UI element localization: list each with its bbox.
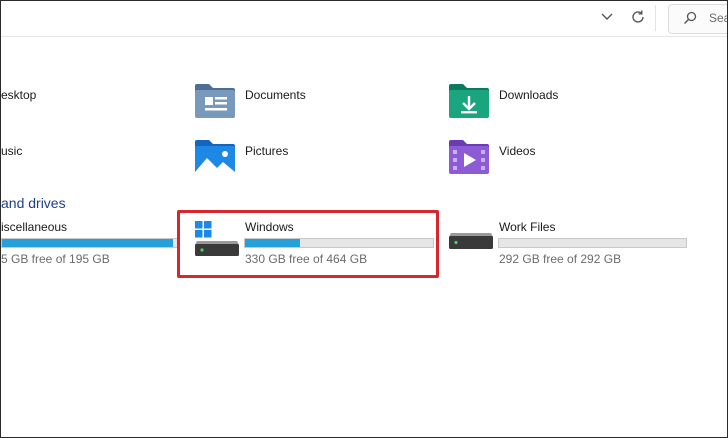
address-bar-strip: Sea — [1, 1, 727, 37]
chevron-down-icon[interactable] — [599, 8, 615, 24]
documents-folder-icon — [195, 84, 235, 118]
search-box[interactable]: Sea — [668, 4, 727, 34]
folder-tile-pictures[interactable]: Pictures — [193, 136, 393, 176]
file-explorer-window: Sea esktop Documents Downloads usic — [0, 0, 728, 438]
search-icon — [684, 11, 697, 24]
highlight-box — [177, 210, 439, 278]
folder-label: esktop — [1, 88, 37, 102]
folder-label: Documents — [245, 88, 306, 102]
folder-label: Downloads — [499, 88, 559, 102]
drive-usage-bar — [498, 238, 687, 248]
downloads-folder-icon — [449, 84, 489, 118]
folder-tile-downloads[interactable]: Downloads — [447, 80, 647, 120]
folder-label: Pictures — [245, 144, 289, 158]
drive-usage-fill — [2, 239, 173, 247]
refresh-icon[interactable] — [629, 8, 647, 26]
folder-tile-music[interactable]: usic — [1, 136, 129, 176]
drive-free-space: 5 GB free of 195 GB — [1, 252, 110, 266]
drive-name: Work Files — [499, 220, 556, 234]
section-header-drives: and drives — [1, 195, 66, 211]
search-input[interactable]: Sea — [709, 11, 727, 25]
pictures-folder-icon — [195, 140, 235, 174]
folder-label: usic — [1, 144, 23, 158]
address-bar-controls — [589, 5, 656, 31]
folder-tile-documents[interactable]: Documents — [193, 80, 393, 120]
folder-tile-desktop[interactable]: esktop — [1, 80, 129, 120]
folder-label: Videos — [499, 144, 536, 158]
drive-usage-bar — [1, 238, 179, 248]
videos-folder-icon — [449, 140, 489, 174]
drive-free-space: 292 GB free of 292 GB — [499, 252, 622, 266]
folder-tile-videos[interactable]: Videos — [447, 136, 647, 176]
hard-drive-icon — [449, 233, 493, 249]
